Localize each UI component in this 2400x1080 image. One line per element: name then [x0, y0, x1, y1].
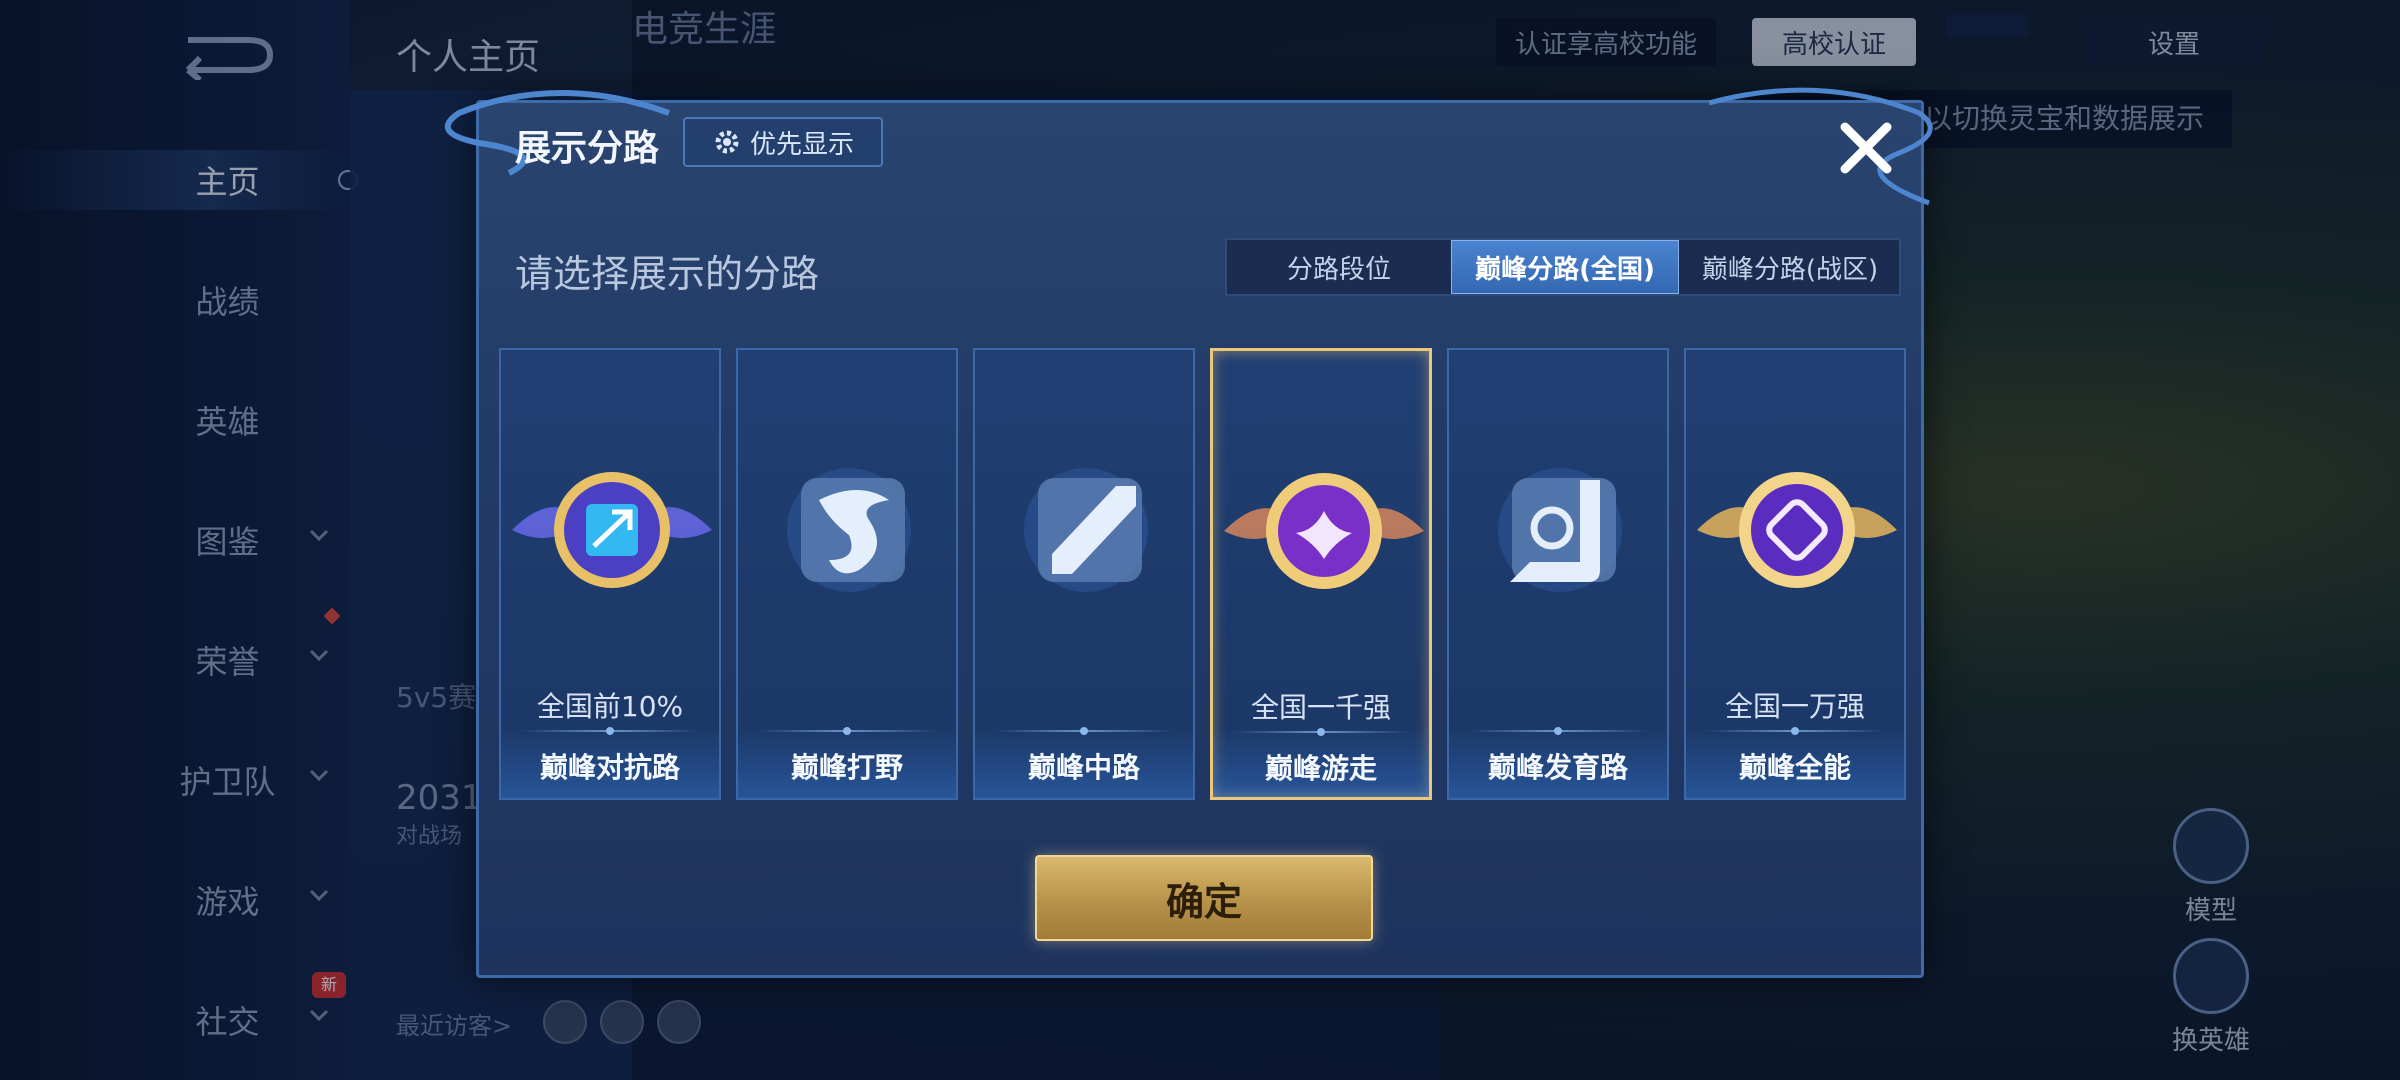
lane-card-allround[interactable]: 全国一万强 巅峰全能	[1684, 348, 1906, 800]
divider	[1233, 728, 1409, 736]
modal-title: 展示分路	[515, 128, 660, 169]
divider	[758, 727, 936, 735]
clash-lane-emblem-icon	[512, 472, 712, 588]
divider	[521, 727, 699, 735]
rank-text: 全国一千强	[1250, 691, 1391, 724]
tab-lane-rank[interactable]: 分路段位	[1227, 240, 1451, 294]
confirm-button[interactable]: 确定	[1035, 855, 1373, 941]
lane-card-clash[interactable]: 全国前10% 巅峰对抗路	[499, 348, 721, 800]
lane-name: 巅峰对抗路	[539, 751, 680, 784]
mid-lane-icon	[1024, 468, 1148, 592]
rank-text: 全国一万强	[1724, 690, 1865, 723]
gear-icon	[715, 130, 739, 154]
lane-name: 巅峰游走	[1264, 752, 1377, 785]
tab-peak-lane-national[interactable]: 巅峰分路(全国)	[1451, 240, 1679, 294]
lane-cards: 全国前10% 巅峰对抗路 巅峰打野 巅峰中路 全国一千强 巅峰游走 巅峰发育路 …	[499, 348, 1907, 800]
lane-type-segmented-control: 分路段位 巅峰分路(全国) 巅峰分路(战区)	[1225, 238, 1901, 296]
farm-lane-icon	[1498, 468, 1622, 592]
close-icon[interactable]	[1831, 113, 1901, 183]
divider	[995, 727, 1173, 735]
tab-peak-lane-region[interactable]: 巅峰分路(战区)	[1679, 240, 1901, 294]
lane-name: 巅峰全能	[1738, 751, 1851, 784]
roam-emblem-icon	[1224, 473, 1424, 589]
priority-display-label: 优先显示	[749, 129, 854, 160]
priority-display-button[interactable]: 优先显示	[683, 117, 883, 167]
lane-card-mid[interactable]: 巅峰中路	[973, 348, 1195, 800]
tab-label: 巅峰分路(战区)	[1701, 254, 1879, 285]
lane-name: 巅峰发育路	[1487, 751, 1628, 784]
tab-label: 巅峰分路(全国)	[1475, 254, 1655, 285]
confirm-label: 确定	[1165, 879, 1242, 924]
jungle-dragon-icon	[787, 468, 911, 592]
lane-name: 巅峰中路	[1027, 751, 1140, 784]
rank-text: 全国前10%	[536, 690, 684, 723]
modal-subtitle: 请选择展示的分路	[515, 252, 820, 296]
lane-card-farm[interactable]: 巅峰发育路	[1447, 348, 1669, 800]
ornament-swirl-icon	[1708, 87, 1933, 206]
lane-display-modal: 展示分路 优先显示 请选择展示的分路 分路段位 巅峰分路(全国) 巅峰分路(战区…	[444, 87, 1933, 978]
lane-card-roam[interactable]: 全国一千强 巅峰游走	[1210, 348, 1432, 800]
divider	[1469, 727, 1647, 735]
divider	[1706, 727, 1884, 735]
allround-emblem-icon	[1697, 472, 1897, 588]
lane-card-jungle[interactable]: 巅峰打野	[736, 348, 958, 800]
tab-label: 分路段位	[1286, 254, 1391, 285]
lane-name: 巅峰打野	[790, 751, 903, 784]
